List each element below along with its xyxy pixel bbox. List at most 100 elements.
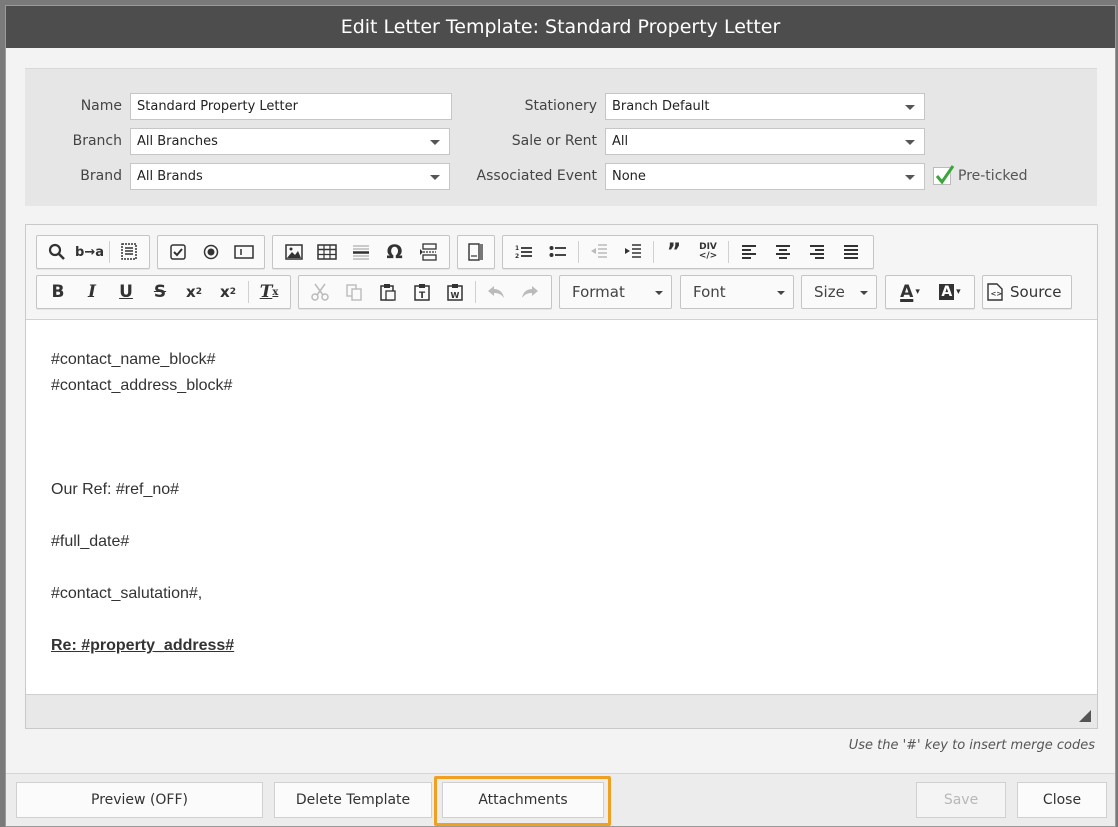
checkbox-icon[interactable] [162, 238, 195, 266]
stationery-select[interactable]: Branch Default [605, 92, 925, 120]
source-button[interactable]: <> Source [982, 275, 1072, 309]
name-row: Name Standard Property Letter [25, 92, 452, 120]
chevron-down-icon [905, 139, 915, 145]
bold-icon[interactable]: B [41, 278, 75, 306]
dialog-footer: Preview (OFF) Delete Template Attachment… [6, 773, 1115, 826]
cut-icon[interactable] [303, 278, 337, 306]
paste-icon[interactable] [371, 278, 405, 306]
brand-select[interactable]: All Brands [130, 162, 450, 190]
branch-label: Branch [72, 133, 122, 149]
toolbar-group-colors: A ▾ A ▾ [885, 275, 975, 309]
preview-button[interactable]: Preview (OFF) [16, 782, 263, 818]
source-label: Source [1010, 283, 1062, 301]
chevron-down-icon [430, 174, 440, 180]
merge-salutation: #contact_salutation#, [51, 585, 203, 602]
radio-icon[interactable] [195, 238, 228, 266]
sale-rent-select[interactable]: All [605, 127, 925, 155]
merge-property-address: Re: #property_address# [51, 637, 235, 654]
brand-row: Brand All Brands [25, 162, 450, 190]
size-dropdown[interactable]: Size [801, 275, 877, 309]
superscript-icon[interactable]: x2 [211, 278, 245, 306]
name-input[interactable]: Standard Property Letter [130, 92, 452, 120]
italic-icon[interactable]: I [75, 278, 109, 306]
indent-icon[interactable] [616, 238, 650, 266]
event-value: None [612, 168, 646, 184]
toolbar-separator [108, 241, 110, 263]
toolbar-separator [728, 241, 729, 263]
editor-toolbar: b→a Ω 1 2 ” DIV </> B I U S x 2 x 2 T x … [26, 225, 1097, 320]
chevron-down-icon [655, 291, 663, 295]
underline-icon[interactable]: U [109, 278, 143, 306]
template-properties-panel: Name Standard Property Letter Branch All… [25, 68, 1097, 206]
justify-icon[interactable] [834, 238, 868, 266]
delete-template-button[interactable]: Delete Template [274, 782, 432, 818]
align-left-icon[interactable] [732, 238, 766, 266]
div-icon[interactable]: DIV </> [691, 238, 725, 266]
event-label: Associated Event [476, 168, 597, 184]
chevron-down-icon [430, 139, 440, 145]
strikethrough-icon[interactable]: S [143, 278, 177, 306]
toolbar-group-insert: Ω [272, 235, 450, 269]
subscript-icon[interactable]: x2 [177, 278, 211, 306]
paste-word-icon[interactable]: W [438, 278, 472, 306]
toolbar-separator [475, 281, 477, 303]
event-select[interactable]: None [605, 162, 925, 190]
toolbar-group-forms [157, 235, 265, 269]
bulleted-list-icon[interactable] [541, 238, 575, 266]
outdent-icon[interactable] [582, 238, 616, 266]
bg-color-icon[interactable]: A ▾ [930, 278, 970, 306]
remove-format-icon[interactable]: Tx [252, 278, 286, 306]
brand-value: All Brands [137, 168, 203, 184]
numbered-list-icon[interactable]: 12 [507, 238, 541, 266]
editor-status-bar [26, 694, 1097, 728]
event-row: Associated Event None Pre-ticked [475, 162, 1028, 190]
save-button[interactable]: Save [916, 782, 1006, 818]
page-break-icon[interactable] [411, 238, 445, 266]
chevron-down-icon [905, 104, 915, 110]
chevron-down-icon [905, 174, 915, 180]
image-icon[interactable] [277, 238, 311, 266]
textfield-icon[interactable] [227, 238, 260, 266]
stationery-label: Stationery [524, 98, 597, 114]
horizontal-rule-icon[interactable] [344, 238, 378, 266]
edit-letter-template-dialog: Edit Letter Template: Standard Property … [5, 5, 1116, 827]
table-icon[interactable] [311, 238, 345, 266]
align-right-icon[interactable] [800, 238, 834, 266]
chevron-down-icon [860, 291, 868, 295]
toolbar-group-basicstyles: B I U S x2 x2 Tx [36, 275, 291, 309]
font-dropdown[interactable]: Font [680, 275, 794, 309]
name-label: Name [80, 98, 122, 114]
toolbar-separator [653, 241, 654, 263]
sale-rent-label: Sale or Rent [511, 133, 597, 149]
stationery-value: Branch Default [612, 98, 710, 114]
align-center-icon[interactable] [766, 238, 800, 266]
toolbar-group-paragraph: 12 ” DIV </> [502, 235, 874, 269]
replace-icon[interactable]: b→a [73, 238, 105, 266]
blockquote-icon[interactable]: ” [657, 238, 691, 266]
close-button[interactable]: Close [1017, 782, 1107, 818]
preticked-checkbox[interactable] [933, 165, 955, 185]
select-all-icon[interactable] [113, 238, 145, 266]
find-icon[interactable] [41, 238, 73, 266]
editor-content-area[interactable]: #contact_name_block# #contact_address_bl… [26, 321, 1097, 695]
resize-handle-icon[interactable] [1079, 710, 1091, 722]
special-char-icon[interactable]: Ω [378, 238, 412, 266]
text-color-icon[interactable]: A ▾ [890, 278, 930, 306]
checkmark-icon [935, 165, 955, 185]
redo-icon[interactable] [513, 278, 547, 306]
copy-icon[interactable] [337, 278, 371, 306]
attachments-button[interactable]: Attachments [442, 782, 604, 818]
svg-text:W: W [451, 291, 460, 300]
font-label: Font [693, 283, 726, 301]
branch-select[interactable]: All Branches [130, 127, 450, 155]
paste-text-icon[interactable]: T [405, 278, 439, 306]
merge-contact-address: #contact_address_block# [51, 377, 233, 394]
format-dropdown[interactable]: Format [559, 275, 672, 309]
toolbar-group-clipboard: T W [298, 275, 552, 309]
iframe-icon[interactable] [462, 238, 490, 266]
toolbar-group-find: b→a [36, 235, 150, 269]
chevron-down-icon [777, 291, 785, 295]
rich-text-editor: b→a Ω 1 2 ” DIV </> B I U S x 2 x 2 T x … [25, 224, 1098, 729]
undo-icon[interactable] [479, 278, 513, 306]
toolbar-separator [248, 281, 249, 303]
